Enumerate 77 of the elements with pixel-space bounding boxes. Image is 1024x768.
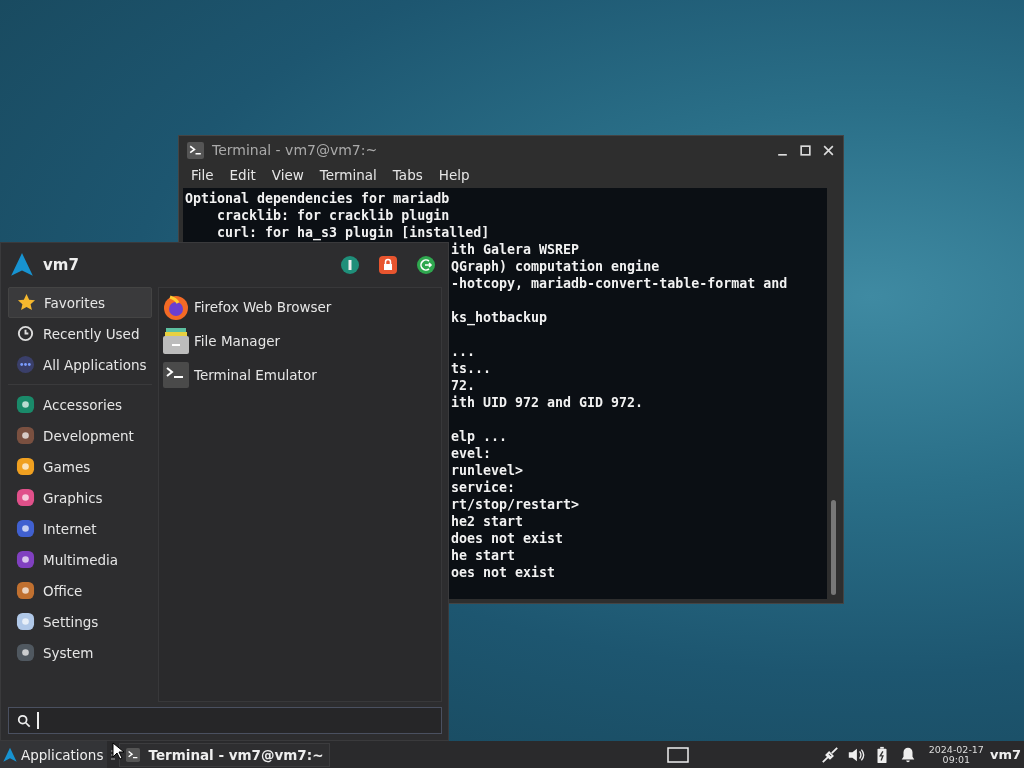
applications-button[interactable]: Applications: [0, 741, 108, 768]
terminal-line: service:: [451, 480, 516, 495]
terminal-line: cracklib: for cracklib plugin: [216, 208, 450, 223]
category-icon: [16, 643, 35, 662]
menu-view-item[interactable]: Recently Used: [8, 318, 152, 349]
terminal-line: oes not exist: [451, 565, 556, 580]
menu-item[interactable]: Terminal: [311, 167, 385, 183]
mouse-pointer-icon: [112, 742, 124, 760]
category-icon: [16, 395, 35, 414]
menu-item[interactable]: Edit: [221, 167, 264, 183]
scrollbar-thumb[interactable]: [831, 500, 836, 595]
menu-item[interactable]: Help: [430, 167, 478, 183]
star-icon: [17, 293, 36, 312]
menu-category-item[interactable]: Graphics: [8, 482, 152, 513]
menu-category-item[interactable]: Multimedia: [8, 544, 152, 575]
maximize-icon[interactable]: [799, 143, 812, 157]
terminal-line: QGraph) computation engine: [451, 259, 660, 274]
terminal-line: runlevel>: [451, 463, 524, 478]
menu-category-item[interactable]: Games: [8, 451, 152, 482]
dots-icon: [16, 355, 35, 374]
category-icon: [16, 457, 35, 476]
terminal-line: curl: for ha_s3 plugin [installed]: [216, 225, 490, 240]
user-name: vm7: [43, 256, 79, 274]
folder-icon: [162, 327, 190, 355]
terminal-icon: [126, 747, 141, 762]
lock-icon[interactable]: [378, 255, 398, 275]
menu-category-item[interactable]: Internet: [8, 513, 152, 544]
terminal-line: rt/stop/restart>: [451, 497, 580, 512]
category-icon: [16, 612, 35, 631]
terminal-line: ith Galera WSREP: [451, 242, 580, 257]
app-item[interactable]: Firefox Web Browser: [159, 290, 441, 324]
close-icon[interactable]: [822, 143, 835, 157]
category-icon: [16, 488, 35, 507]
terminal-line: ith UID 972 and GID 972.: [451, 395, 644, 410]
terminal-line: elp ...: [451, 429, 508, 444]
clock[interactable]: 2024-02-17 09:01: [928, 744, 984, 765]
menu-item[interactable]: Tabs: [384, 167, 431, 183]
terminal-line: he2 start: [451, 514, 524, 529]
menu-category-item[interactable]: System: [8, 637, 152, 668]
category-icon: [16, 426, 35, 445]
app-item[interactable]: File Manager: [159, 324, 441, 358]
menu-item[interactable]: View: [263, 167, 312, 183]
app-item[interactable]: Terminal Emulator: [159, 358, 441, 392]
menu-category-item[interactable]: Office: [8, 575, 152, 606]
search-icon: [17, 713, 31, 728]
show-desktop-icon[interactable]: [666, 746, 689, 763]
terminal-line: 72.: [451, 378, 476, 393]
category-icon: [16, 519, 35, 538]
menu-category-item[interactable]: Settings: [8, 606, 152, 637]
logo-icon: [9, 252, 35, 278]
menu-category-item[interactable]: Accessories: [8, 389, 152, 420]
clock-icon: [16, 324, 35, 343]
terminal-line: he start: [451, 548, 516, 563]
terminal-line: evel:: [451, 446, 492, 461]
terminal-line: does not exist: [451, 531, 564, 546]
menu-view-item[interactable]: Favorites: [8, 287, 152, 318]
browser-icon: [162, 293, 190, 321]
menu-category-item[interactable]: Development: [8, 420, 152, 451]
terminal-line: ts...: [451, 361, 492, 376]
category-icon: [16, 581, 35, 600]
menu-view-item[interactable]: All Applications: [8, 349, 152, 380]
network-icon[interactable]: [820, 745, 839, 764]
terminal-line: -hotcopy, mariadb-convert-table-format and: [451, 276, 788, 291]
menu-item[interactable]: File: [183, 167, 222, 183]
logout-icon[interactable]: [416, 255, 436, 275]
terminal-icon: [162, 361, 190, 389]
terminal-line: ks_hotbackup: [451, 310, 548, 325]
handle-icon[interactable]: [111, 748, 116, 761]
user-name[interactable]: vm7: [989, 747, 1024, 762]
terminal-line: Optional dependencies for mariadb: [185, 191, 450, 206]
window-title: Terminal - vm7@vm7:~: [212, 142, 378, 158]
category-icon: [16, 550, 35, 569]
terminal-icon: [187, 141, 204, 159]
logo-icon: [2, 746, 18, 763]
search-field[interactable]: [8, 707, 442, 734]
terminal-line: ...: [451, 344, 476, 359]
task-button[interactable]: Terminal - vm7@vm7:~: [119, 742, 331, 767]
